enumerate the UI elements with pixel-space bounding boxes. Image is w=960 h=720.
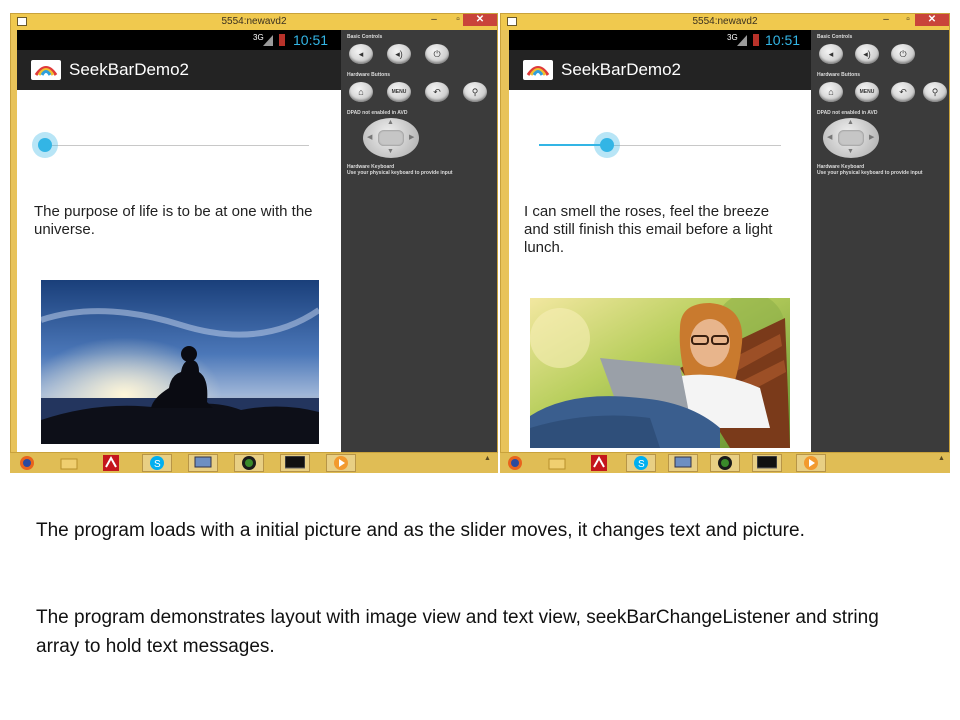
battery-icon [753, 34, 759, 46]
svg-text:S: S [154, 459, 161, 470]
emulator-controls-panel: Basic Controls ◂ ◂) ⏻ Hardware Buttons ⌂… [341, 30, 497, 454]
taskbar-scroll-up-icon[interactable]: ▲ [484, 455, 491, 462]
dpad-note: DPAD not enabled in AVD [347, 110, 408, 116]
network-icon[interactable] [188, 454, 218, 472]
folder-icon[interactable] [54, 454, 84, 472]
power-icon[interactable]: ⏻ [425, 44, 449, 64]
search-icon[interactable]: ⚲ [923, 82, 947, 102]
skype-icon[interactable]: S [626, 454, 656, 472]
woman-laptop-photo [530, 298, 790, 448]
phone-screen: 3G 10:51 SeekBarDemo2 I can smell the ro… [509, 30, 811, 454]
taskbar-scroll-up-icon[interactable]: ▲ [938, 455, 945, 462]
seekbar-thumb[interactable] [38, 138, 52, 152]
amd-icon[interactable] [234, 454, 264, 472]
menu-button[interactable]: MENU [387, 82, 411, 102]
hardware-buttons-label: Hardware Buttons [817, 72, 861, 78]
meditation-photo [41, 280, 319, 444]
taskbar-right: S ▲ [500, 452, 950, 473]
app-logo-icon [523, 60, 553, 80]
message-text: The purpose of life is to be at one with… [34, 203, 313, 238]
signal-icon [263, 35, 273, 46]
window-titlebar[interactable]: 5554:newavd2 – ▫ ✕ [501, 14, 949, 30]
close-button[interactable]: ✕ [463, 14, 497, 26]
emulator-controls-panel: Basic Controls ◂ ◂) ⏻ Hardware Buttons ⌂… [811, 30, 949, 454]
caption-paragraph-1: The program loads with a initial picture… [36, 520, 805, 541]
dpad-center-button[interactable] [378, 130, 404, 146]
app-title: SeekBarDemo2 [561, 60, 682, 79]
skype-icon[interactable]: S [142, 454, 172, 472]
svg-text:S: S [638, 459, 645, 470]
power-icon[interactable]: ⏻ [891, 44, 915, 64]
status-bar: 3G 10:51 [17, 30, 341, 50]
seekbar-progress [539, 144, 607, 146]
hardware-buttons-label: Hardware Buttons [347, 72, 391, 78]
folder-icon[interactable] [542, 454, 572, 472]
minimize-button[interactable]: – [423, 14, 445, 26]
battery-icon [279, 34, 285, 46]
firefox-icon[interactable] [12, 454, 42, 472]
close-button[interactable]: ✕ [915, 14, 949, 26]
dpad-control[interactable]: ▲ ▼ ◀ ▶ [363, 118, 419, 158]
emulator-window-left: 5554:newavd2 – ▫ ✕ 3G 10:51 SeekBarDemo2… [10, 13, 498, 472]
menu-button[interactable]: MENU [855, 82, 879, 102]
seekbar-thumb[interactable] [600, 138, 614, 152]
seekbar-track[interactable] [45, 145, 309, 146]
action-bar: SeekBarDemo2 [17, 50, 341, 90]
signal-icon [737, 35, 747, 46]
volume-up-icon[interactable]: ◂) [855, 44, 879, 64]
minimize-button[interactable]: – [875, 14, 897, 26]
back-icon[interactable]: ↶ [425, 82, 449, 102]
app-title: SeekBarDemo2 [69, 60, 190, 79]
status-clock: 10:51 [293, 32, 329, 48]
basic-controls-label: Basic Controls [817, 34, 853, 40]
media-icon[interactable] [326, 454, 356, 472]
taskbar-left: S ▲ [10, 452, 498, 473]
volume-up-icon[interactable]: ◂) [387, 44, 411, 64]
volume-down-icon[interactable]: ◂ [819, 44, 843, 64]
status-clock: 10:51 [765, 32, 801, 48]
acrobat-icon[interactable] [96, 454, 126, 472]
amd-icon[interactable] [710, 454, 740, 472]
caption-paragraph-2: The program demonstrates layout with ima… [36, 607, 879, 657]
dpad-note: DPAD not enabled in AVD [817, 110, 878, 116]
network-icon[interactable] [668, 454, 698, 472]
action-bar: SeekBarDemo2 [509, 50, 811, 90]
media-icon[interactable] [796, 454, 826, 472]
acrobat-icon[interactable] [584, 454, 614, 472]
home-icon[interactable]: ⌂ [349, 82, 373, 102]
window-titlebar[interactable]: 5554:newavd2 – ▫ ✕ [11, 14, 497, 30]
hardware-keyboard-note: Use your physical keyboard to provide in… [817, 170, 923, 176]
emulator-window-right: 5554:newavd2 – ▫ ✕ 3G 10:51 SeekBarDemo2… [500, 13, 950, 472]
dpad-control[interactable]: ▲ ▼ ◀ ▶ [823, 118, 879, 158]
search-icon[interactable]: ⚲ [463, 82, 487, 102]
basic-controls-label: Basic Controls [347, 34, 383, 40]
volume-down-icon[interactable]: ◂ [349, 44, 373, 64]
back-icon[interactable]: ↶ [891, 82, 915, 102]
dpad-center-button[interactable] [838, 130, 864, 146]
terminal-icon[interactable] [752, 454, 782, 472]
hardware-keyboard-note: Use your physical keyboard to provide in… [347, 170, 453, 176]
terminal-icon[interactable] [280, 454, 310, 472]
status-bar: 3G 10:51 [509, 30, 811, 50]
message-text: I can smell the roses, feel the breeze a… [524, 203, 773, 256]
app-logo-icon [31, 60, 61, 80]
home-icon[interactable]: ⌂ [819, 82, 843, 102]
firefox-icon[interactable] [500, 454, 530, 472]
phone-screen: 3G 10:51 SeekBarDemo2 The purpose of lif… [17, 30, 341, 454]
